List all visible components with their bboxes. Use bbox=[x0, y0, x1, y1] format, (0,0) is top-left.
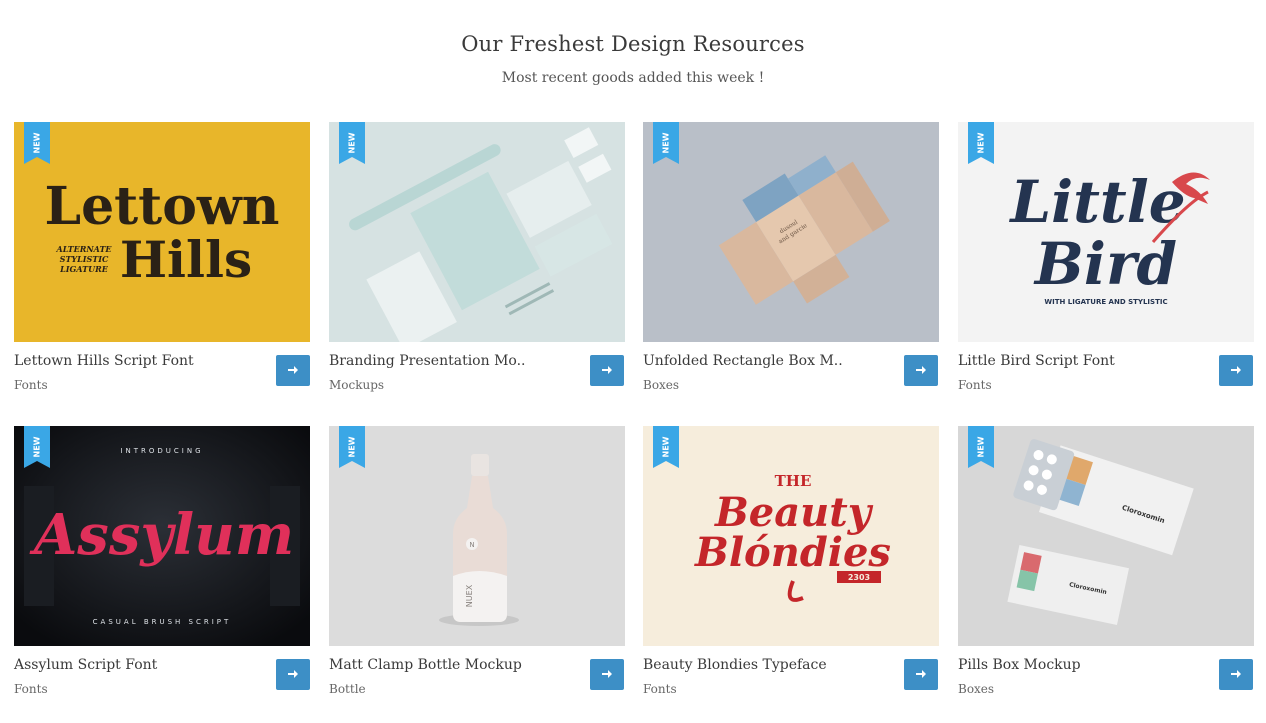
new-ribbon-icon: NEW bbox=[968, 426, 994, 468]
svg-text:NEW: NEW bbox=[662, 132, 671, 153]
arrow-right-icon bbox=[602, 366, 612, 374]
product-category[interactable]: Boxes bbox=[958, 682, 994, 696]
product-card[interactable]: NEW Branding Presentation Mo.. Mockups bbox=[329, 122, 625, 412]
product-title[interactable]: Lettown Hills Script Font bbox=[14, 353, 194, 369]
svg-text:THE: THE bbox=[775, 472, 812, 490]
arrow-right-icon bbox=[1231, 670, 1241, 678]
product-title[interactable]: Assylum Script Font bbox=[14, 657, 157, 673]
product-title[interactable]: Branding Presentation Mo.. bbox=[329, 353, 526, 369]
new-ribbon-icon: NEW bbox=[653, 426, 679, 468]
product-title[interactable]: Pills Box Mockup bbox=[958, 657, 1081, 673]
product-thumbnail[interactable]: THE Beauty Blóndies 2303 NEW bbox=[643, 426, 939, 646]
section-title: Our Freshest Design Resources bbox=[461, 32, 805, 56]
view-product-button[interactable] bbox=[1219, 355, 1253, 386]
svg-text:NEW: NEW bbox=[348, 132, 357, 153]
svg-text:NEW: NEW bbox=[348, 436, 357, 457]
product-card[interactable]: INTRODUCING Assylum CASUAL BRUSH SCRIPT … bbox=[14, 426, 310, 716]
svg-text:NEW: NEW bbox=[33, 436, 42, 457]
product-thumbnail[interactable]: Little Bird WITH LIGATURE AND STYLISTIC … bbox=[958, 122, 1254, 342]
product-title[interactable]: Unfolded Rectangle Box M.. bbox=[643, 353, 843, 369]
view-product-button[interactable] bbox=[276, 659, 310, 690]
view-product-button[interactable] bbox=[904, 659, 938, 690]
product-category[interactable]: Fonts bbox=[958, 378, 992, 392]
svg-text:NEW: NEW bbox=[662, 436, 671, 457]
product-thumbnail[interactable]: INTRODUCING Assylum CASUAL BRUSH SCRIPT … bbox=[14, 426, 310, 646]
product-card[interactable]: dusoul and garcie NEW Unfolded Rectangle… bbox=[643, 122, 939, 412]
svg-text:NEW: NEW bbox=[33, 132, 42, 153]
product-title[interactable]: Beauty Blondies Typeface bbox=[643, 657, 827, 673]
new-ribbon-icon: NEW bbox=[24, 122, 50, 164]
beauty-blondies-preview: THE Beauty Blóndies 2303 bbox=[643, 426, 939, 646]
svg-text:N: N bbox=[469, 541, 474, 549]
arrow-right-icon bbox=[288, 366, 298, 374]
new-ribbon-icon: NEW bbox=[968, 122, 994, 164]
svg-text:2303: 2303 bbox=[848, 573, 870, 582]
branding-mockup-preview bbox=[329, 122, 625, 342]
product-title[interactable]: Little Bird Script Font bbox=[958, 353, 1115, 369]
product-card[interactable]: N NUEX NEW Matt Clamp Bottle Mockup Bott… bbox=[329, 426, 625, 716]
product-category[interactable]: Fonts bbox=[643, 682, 677, 696]
svg-text:NEW: NEW bbox=[977, 436, 986, 457]
svg-text:ALTERNATE: ALTERNATE bbox=[55, 244, 112, 254]
product-category[interactable]: Fonts bbox=[14, 682, 48, 696]
svg-text:NUEX: NUEX bbox=[465, 584, 474, 607]
arrow-right-icon bbox=[916, 670, 926, 678]
svg-text:LIGATURE: LIGATURE bbox=[59, 264, 109, 274]
view-product-button[interactable] bbox=[904, 355, 938, 386]
svg-text:Lettown: Lettown bbox=[45, 176, 280, 237]
arrow-right-icon bbox=[916, 366, 926, 374]
section-subtitle: Most recent goods added this week ! bbox=[501, 70, 765, 86]
product-category[interactable]: Boxes bbox=[643, 378, 679, 392]
view-product-button[interactable] bbox=[1219, 659, 1253, 690]
arrow-right-icon bbox=[1231, 366, 1241, 374]
product-card[interactable]: THE Beauty Blóndies 2303 NEW Beauty Blon… bbox=[643, 426, 939, 716]
new-ribbon-icon: NEW bbox=[339, 426, 365, 468]
new-ribbon-icon: NEW bbox=[653, 122, 679, 164]
pills-box-preview: Cloroxomin Cloroxomin bbox=[958, 426, 1254, 646]
assylum-preview: INTRODUCING Assylum CASUAL BRUSH SCRIPT bbox=[14, 426, 310, 646]
svg-text:Little: Little bbox=[1008, 168, 1185, 236]
product-thumbnail[interactable]: Lettown Hills ALTERNATE STYLISTIC LIGATU… bbox=[14, 122, 310, 342]
unfolded-box-preview: dusoul and garcie bbox=[643, 122, 939, 342]
svg-text:Blóndies: Blóndies bbox=[694, 529, 891, 576]
product-card[interactable]: Little Bird WITH LIGATURE AND STYLISTIC … bbox=[958, 122, 1254, 412]
svg-text:INTRODUCING: INTRODUCING bbox=[120, 447, 203, 455]
view-product-button[interactable] bbox=[276, 355, 310, 386]
little-bird-preview: Little Bird WITH LIGATURE AND STYLISTIC bbox=[958, 122, 1254, 342]
product-thumbnail[interactable]: N NUEX NEW bbox=[329, 426, 625, 646]
product-card[interactable]: Lettown Hills ALTERNATE STYLISTIC LIGATU… bbox=[14, 122, 310, 412]
view-product-button[interactable] bbox=[590, 659, 624, 690]
bottle-mockup-preview: N NUEX bbox=[329, 426, 625, 646]
new-ribbon-icon: NEW bbox=[339, 122, 365, 164]
product-category[interactable]: Mockups bbox=[329, 378, 384, 392]
svg-text:NEW: NEW bbox=[977, 132, 986, 153]
arrow-right-icon bbox=[602, 670, 612, 678]
svg-text:CASUAL BRUSH SCRIPT: CASUAL BRUSH SCRIPT bbox=[93, 618, 232, 626]
lettown-hills-preview: Lettown Hills ALTERNATE STYLISTIC LIGATU… bbox=[14, 122, 310, 342]
svg-text:STYLISTIC: STYLISTIC bbox=[60, 254, 109, 264]
product-thumbnail[interactable]: dusoul and garcie NEW bbox=[643, 122, 939, 342]
product-title[interactable]: Matt Clamp Bottle Mockup bbox=[329, 657, 522, 673]
product-thumbnail[interactable]: NEW bbox=[329, 122, 625, 342]
svg-text:WITH LIGATURE AND STYLISTIC: WITH LIGATURE AND STYLISTIC bbox=[1044, 298, 1167, 306]
svg-text:Assylum: Assylum bbox=[29, 502, 294, 568]
arrow-right-icon bbox=[288, 670, 298, 678]
product-card[interactable]: Cloroxomin Cloroxomin NEW Pills Box Mock… bbox=[958, 426, 1254, 716]
product-thumbnail[interactable]: Cloroxomin Cloroxomin NEW bbox=[958, 426, 1254, 646]
new-ribbon-icon: NEW bbox=[24, 426, 50, 468]
product-category[interactable]: Bottle bbox=[329, 682, 366, 696]
view-product-button[interactable] bbox=[590, 355, 624, 386]
product-category[interactable]: Fonts bbox=[14, 378, 48, 392]
svg-text:Hills: Hills bbox=[120, 230, 252, 289]
